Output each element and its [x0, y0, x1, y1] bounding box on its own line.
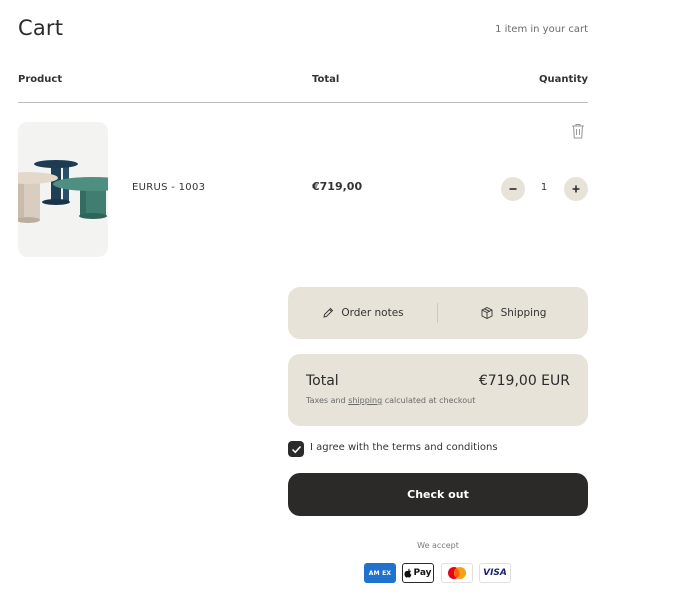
- cart-item-count: 1 item in your cart: [495, 24, 588, 35]
- apple-pay-icon: Pay: [402, 563, 434, 583]
- remove-item-button[interactable]: [570, 122, 586, 140]
- coffee-tables-product-image: [18, 122, 108, 257]
- tax-note: Taxes and shipping calculated at checkou…: [306, 396, 475, 405]
- pencil-icon: [323, 307, 334, 318]
- line-total: €719,00: [312, 180, 363, 193]
- amex-icon-text: AM EX: [368, 569, 392, 577]
- checkout-button[interactable]: Check out: [288, 473, 588, 516]
- shipping-button[interactable]: Shipping: [438, 287, 588, 339]
- package-icon: [481, 306, 493, 320]
- mastercard-icon: [441, 563, 473, 583]
- mastercard-logo-icon: [448, 567, 466, 579]
- order-notes-button[interactable]: Order notes: [288, 287, 438, 339]
- page-title: Cart: [18, 16, 64, 40]
- order-notes-label: Order notes: [341, 307, 404, 319]
- shipping-policy-link[interactable]: shipping: [348, 396, 382, 405]
- apple-logo-icon: [404, 568, 412, 578]
- column-header-product: Product: [18, 74, 63, 85]
- cart-actions-bar: Order notes Shipping: [288, 287, 588, 339]
- tax-note-prefix: Taxes and: [306, 396, 349, 405]
- total-value: €719,00 EUR: [478, 373, 570, 389]
- payment-methods-label: We accept: [417, 541, 459, 550]
- increase-quantity-button[interactable]: [564, 177, 588, 201]
- trash-icon: [572, 123, 584, 139]
- column-header-total: Total: [312, 74, 340, 85]
- column-header-quantity: Quantity: [539, 74, 588, 85]
- quantity-value[interactable]: 1: [532, 182, 556, 193]
- apple-pay-text: Pay: [413, 568, 432, 578]
- product-image[interactable]: [18, 122, 108, 257]
- product-name[interactable]: EURUS - 1003: [132, 182, 205, 193]
- terms-label[interactable]: I agree with the terms and conditions: [310, 442, 498, 453]
- visa-icon-text: VISA: [483, 568, 507, 578]
- total-label: Total: [306, 373, 339, 389]
- decrease-quantity-button[interactable]: [501, 177, 525, 201]
- order-summary: Total €719,00 EUR Taxes and shipping cal…: [288, 354, 588, 426]
- shipping-label: Shipping: [500, 307, 547, 319]
- terms-checkbox[interactable]: [288, 441, 304, 457]
- header-divider: [18, 102, 588, 103]
- amex-icon: AM EX: [364, 563, 396, 583]
- visa-icon: VISA: [479, 563, 511, 583]
- tax-note-suffix: calculated at checkout: [382, 396, 476, 405]
- plus-icon: [572, 185, 580, 193]
- minus-icon: [509, 188, 517, 190]
- checkmark-icon: [291, 445, 301, 453]
